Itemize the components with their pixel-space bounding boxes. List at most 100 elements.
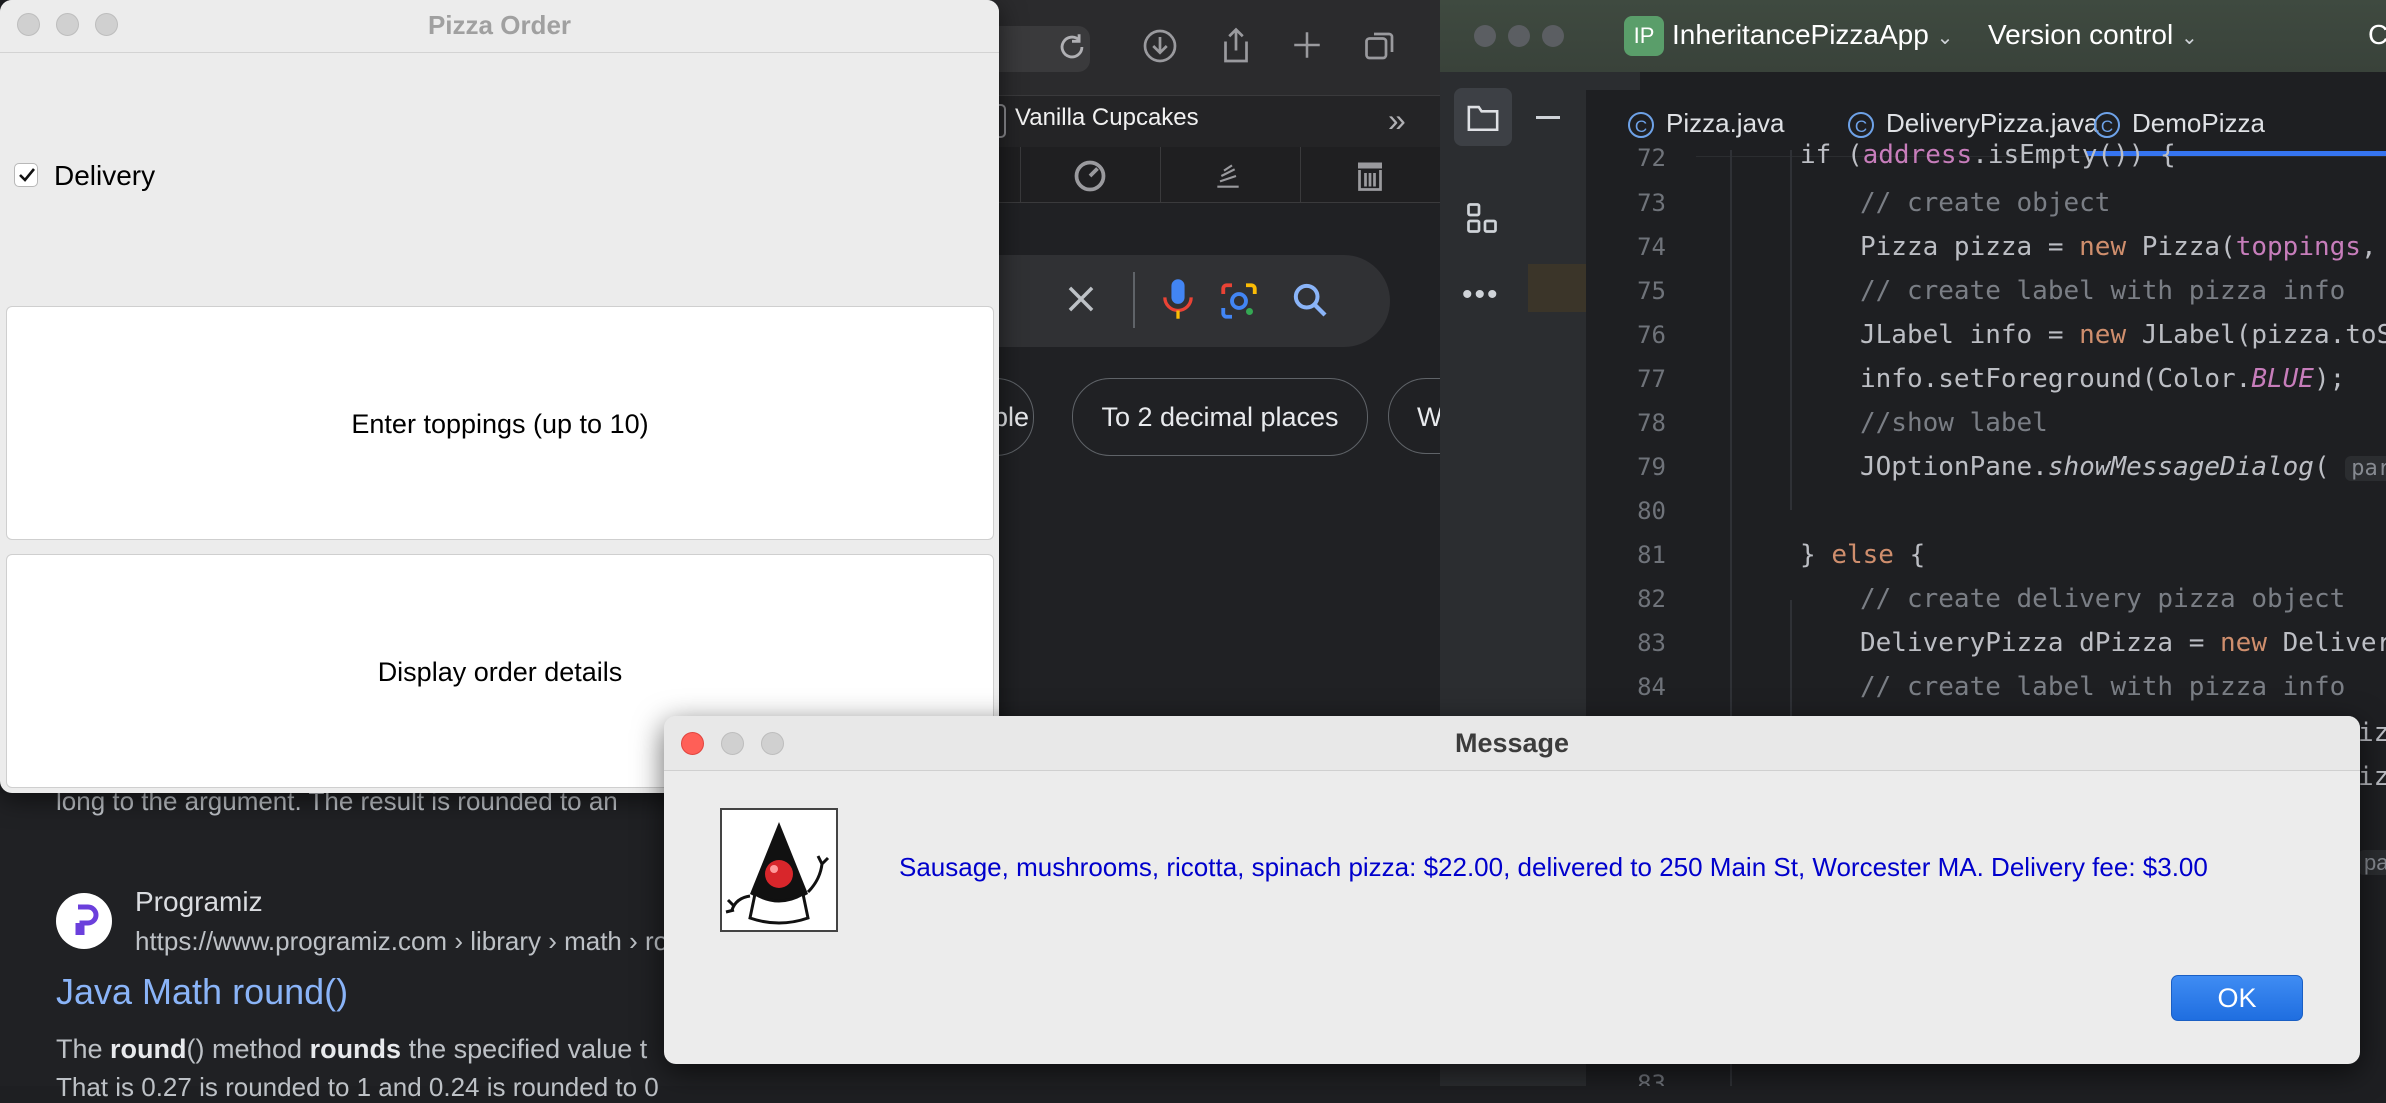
line-number: 84 xyxy=(1637,673,1666,701)
class-icon: C xyxy=(1848,112,1874,139)
line-number: 74 xyxy=(1637,233,1666,261)
share-icon[interactable] xyxy=(1218,26,1254,71)
line-number: 76 xyxy=(1637,321,1666,349)
project-name-text: InheritancePizzaApp xyxy=(1672,19,1929,50)
line-number: 72 xyxy=(1637,144,1666,172)
project-tool-button[interactable] xyxy=(1454,88,1512,146)
minimize-panel-icon[interactable] xyxy=(1536,116,1560,119)
project-badge[interactable]: IP xyxy=(1624,16,1664,56)
result-site-name[interactable]: Programiz xyxy=(135,886,263,918)
reload-icon[interactable] xyxy=(1055,30,1089,69)
new-tab-icon[interactable] xyxy=(1290,28,1324,67)
line-number: 77 xyxy=(1637,365,1666,393)
editor-tab[interactable]: C Pizza.java xyxy=(1628,108,1785,139)
result-url[interactable]: https://www.programiz.com › library › ma… xyxy=(135,926,712,957)
line-number: 73 xyxy=(1637,189,1666,217)
desc-text: the specified value t xyxy=(401,1034,648,1064)
line-number: 78 xyxy=(1637,409,1666,437)
bookmark-divider xyxy=(1160,147,1161,202)
ok-button[interactable]: OK xyxy=(2171,975,2303,1021)
download-icon[interactable] xyxy=(1142,28,1178,69)
version-control-menu[interactable]: Version control ⌄ xyxy=(1988,19,2198,51)
dialog-title: Message xyxy=(1454,728,1570,758)
line-number: 80 xyxy=(1637,497,1666,525)
message-dialog: Message Sausage, mushrooms, ricotta, spi… xyxy=(664,716,2360,1064)
chevron-down-icon: ⌄ xyxy=(1936,27,1954,49)
chevron-down-icon: ⌄ xyxy=(2181,27,2198,49)
project-name[interactable]: InheritancePizzaApp ⌄ xyxy=(1672,19,1953,51)
indent-guide xyxy=(1790,150,1792,510)
code-line-fragment[interactable]: izz xyxy=(2358,718,2386,748)
close-window-button[interactable] xyxy=(1474,25,1496,47)
bookmark-divider xyxy=(1020,147,1021,202)
search-icon[interactable] xyxy=(1290,280,1330,325)
code-line-fragment[interactable]: izz xyxy=(2358,762,2386,792)
message-text: Sausage, mushrooms, ricotta, spinach piz… xyxy=(899,852,2208,882)
stack-icon[interactable] xyxy=(1212,160,1244,197)
result-title-link[interactable]: Java Math round() xyxy=(56,971,348,1013)
code-line[interactable]: JOptionPane.showMessageDialog( pare xyxy=(1860,452,2386,482)
result-description-line2: That is 0.27 is rounded to 1 and 0.24 is… xyxy=(56,1072,659,1102)
code-line[interactable]: // create label with pizza info xyxy=(1860,672,2345,702)
class-icon: C xyxy=(1628,112,1654,139)
indent-guide xyxy=(1790,600,1792,720)
java-duke-icon xyxy=(720,808,838,932)
clear-search-icon[interactable] xyxy=(1062,280,1100,323)
enter-toppings-button[interactable]: Enter toppings (up to 10) xyxy=(6,306,994,540)
code-line[interactable]: // create label with pizza info xyxy=(1860,276,2345,306)
lens-search-icon[interactable] xyxy=(1218,280,1260,327)
editor-tab-label: DeliveryPizza.java xyxy=(1886,108,2099,138)
code-line[interactable]: info.setForeground(Color.BLUE); xyxy=(1860,364,2345,394)
code-line[interactable]: DeliveryPizza dPizza = new Deliver xyxy=(1860,628,2386,658)
editor-tab-label: Pizza.java xyxy=(1666,108,1785,138)
bookmark-divider xyxy=(1300,147,1301,202)
line-number: 82 xyxy=(1637,585,1666,613)
structure-icon[interactable] xyxy=(1464,200,1500,241)
desc-text: The xyxy=(56,1034,111,1064)
result-description: The round() method rounds the specified … xyxy=(56,1034,647,1065)
delivery-checkbox-label[interactable]: Delivery xyxy=(54,160,155,192)
line-number: 75 xyxy=(1637,277,1666,305)
version-control-label: Version control xyxy=(1988,19,2174,50)
parameter-hint-text: pare xyxy=(2358,850,2386,875)
desc-bold: round xyxy=(110,1034,187,1064)
more-tools-icon[interactable]: ••• xyxy=(1462,278,1500,312)
code-line[interactable]: // create object xyxy=(1860,188,2110,218)
editor-tab-label: DemoPizza xyxy=(2132,108,2265,138)
bookmarks-bar xyxy=(990,147,1440,203)
tab-overview-icon[interactable] xyxy=(1362,28,1398,69)
line-number: 79 xyxy=(1637,453,1666,481)
line-number: 83 xyxy=(1637,1070,1666,1086)
code-line[interactable]: // create delivery pizza object xyxy=(1860,584,2345,614)
suggestion-chip[interactable]: W xyxy=(1388,378,1440,454)
voice-search-icon[interactable] xyxy=(1158,276,1198,327)
desc-bold: rounds xyxy=(309,1034,402,1064)
gauge-icon[interactable] xyxy=(1072,158,1108,199)
class-icon: C xyxy=(2094,112,2120,139)
delivery-checkbox[interactable] xyxy=(14,163,38,187)
line-number: 81 xyxy=(1637,541,1666,569)
editor-tab-active[interactable]: C DemoPizza xyxy=(2094,108,2265,139)
minimize-window-button[interactable] xyxy=(1508,25,1530,47)
search-divider xyxy=(1133,272,1135,328)
more-tabs-chevron-icon[interactable]: » xyxy=(1388,102,1406,139)
code-line[interactable]: } else { xyxy=(1800,540,1925,570)
parameter-hint: pare xyxy=(2345,456,2386,481)
code-line[interactable]: Pizza pizza = new Pizza(toppings, xyxy=(1860,232,2377,262)
parameter-hint: pare xyxy=(2358,850,2386,876)
truncated-toolbar-text[interactable]: C xyxy=(2368,19,2386,51)
selected-tree-row[interactable] xyxy=(1528,264,1594,312)
line-number: 83 xyxy=(1637,629,1666,657)
pizza-order-window: Pizza Order Delivery Enter toppings (up … xyxy=(0,0,999,793)
programiz-logo-icon xyxy=(56,893,112,949)
desc-text: () method xyxy=(186,1034,310,1064)
code-line[interactable]: //show label xyxy=(1860,408,2048,438)
archive-icon[interactable] xyxy=(1352,158,1388,199)
editor-tab[interactable]: C DeliveryPizza.java xyxy=(1848,108,2098,139)
window-title: Pizza Order xyxy=(427,10,572,40)
code-line[interactable]: JLabel info = new JLabel(pizza.toS xyxy=(1860,320,2386,350)
tab-title[interactable]: Vanilla Cupcakes xyxy=(1015,104,1199,132)
code-line[interactable]: if (address.isEmpty()) { xyxy=(1800,140,2176,170)
suggestion-chip[interactable]: To 2 decimal places xyxy=(1072,378,1368,456)
maximize-window-button[interactable] xyxy=(1542,25,1564,47)
